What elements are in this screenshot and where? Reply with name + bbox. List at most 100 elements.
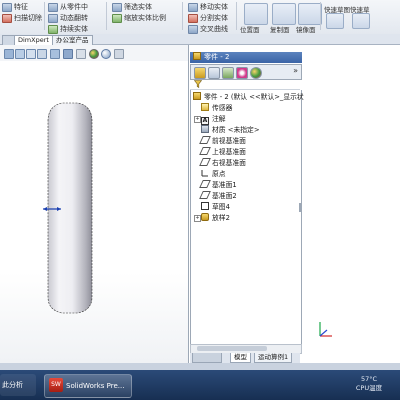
loft-body[interactable]: [47, 102, 93, 314]
tree-item-top-plane[interactable]: 上视基准面: [199, 147, 246, 157]
ribbon-item-filter-bodies[interactable]: 筛选实体: [112, 2, 152, 12]
taskbar-item-solidworks[interactable]: SW SolidWorks Pre...: [44, 374, 132, 398]
position-face-button-icon[interactable]: [244, 3, 268, 25]
ribbon-item-from-part[interactable]: 从零件中: [48, 2, 88, 12]
tree-root-part[interactable]: 零件 - 2 (默认 <<默认>_显示状: [193, 92, 304, 102]
zoom-area-icon[interactable]: [15, 49, 25, 59]
ribbon-item-sweep-cut[interactable]: 扫描切除: [2, 13, 42, 23]
dimxpert-manager-icon[interactable]: [236, 67, 248, 79]
bottom-tab-row: 模型 运动算例1: [190, 353, 300, 363]
feature-icon: [2, 2, 12, 12]
move-icon: [188, 2, 198, 12]
body-icon: [48, 24, 58, 34]
panel-splitter-handle[interactable]: [299, 203, 302, 212]
tree-item-material[interactable]: 材质 <未指定>: [201, 125, 260, 135]
sketch-icon: [201, 202, 209, 210]
ribbon-item-move-bodies[interactable]: 移动实体: [188, 2, 228, 12]
view-toolbar: [0, 45, 188, 62]
ribbon-item-features[interactable]: 特征: [2, 2, 28, 12]
plane-icon: [199, 180, 211, 188]
filter-icon[interactable]: [194, 80, 202, 88]
view-settings-icon[interactable]: [114, 49, 124, 59]
tree-item-loft-2[interactable]: 放样2: [201, 213, 230, 223]
ribbon-item-keep-bodies[interactable]: 持续实体: [48, 24, 88, 34]
plane-icon: [199, 147, 211, 155]
tree-filter[interactable]: [190, 79, 300, 90]
copy-face-button-icon[interactable]: [272, 3, 296, 25]
tab-nav-arrows[interactable]: [192, 353, 222, 363]
filter-icon: [112, 2, 122, 12]
ribbon-item-intersection-curve[interactable]: 交叉曲线: [188, 24, 228, 34]
annotation-icon: A: [201, 117, 209, 125]
part-icon: [193, 92, 201, 100]
scene-icon[interactable]: [101, 49, 111, 59]
view-triad: [319, 322, 332, 337]
dimension-arrow-left: [43, 207, 47, 211]
feature-tree: 零件 - 2 (默认 <<默认>_显示状 传感器 + A 注解 材质 <未指定> …: [190, 90, 304, 348]
command-ribbon: 特征 扫描切除 从零件中 动态翻转 持续实体 筛选实体 缩放实体比例 移动实体 …: [0, 0, 400, 35]
ribbon-separator: [320, 2, 321, 30]
temperature-value: 57°C: [360, 375, 378, 383]
hide-show-icon[interactable]: [76, 49, 86, 59]
manager-tabs: »: [190, 64, 302, 80]
tab-model[interactable]: 模型: [230, 353, 251, 363]
previous-view-icon[interactable]: [26, 49, 36, 59]
plane-icon: [199, 191, 211, 199]
configuration-manager-icon[interactable]: [222, 67, 234, 79]
display-manager-icon[interactable]: [250, 67, 262, 79]
ribbon-item-copy-face[interactable]: 复制面: [270, 24, 290, 34]
ribbon-separator: [182, 2, 183, 30]
sweep-cut-icon: [2, 13, 12, 23]
tree-item-plane-2[interactable]: 基准面2: [199, 191, 237, 201]
tab-motion-study-1[interactable]: 运动算例1: [254, 353, 293, 363]
ribbon-item-position-face[interactable]: 位置面: [240, 24, 260, 34]
plane-icon: [199, 158, 211, 166]
display-style-icon[interactable]: [63, 49, 73, 59]
section-view-icon[interactable]: [37, 49, 47, 59]
system-tray[interactable]: 57°C CPU温度: [344, 375, 394, 395]
ribbon-separator: [236, 2, 237, 30]
ribbon-item-mirror-face[interactable]: 镜像面: [296, 24, 316, 34]
panel-title: 零件 - 2: [204, 53, 230, 61]
ribbon-separator: [44, 2, 45, 30]
graphics-viewport[interactable]: [0, 45, 189, 363]
view-orientation-icon[interactable]: [50, 49, 60, 59]
quick-sketch-2-button-icon[interactable]: [352, 13, 370, 29]
mirror-face-button-icon[interactable]: [298, 3, 322, 25]
quick-sketch-button-icon[interactable]: [326, 13, 344, 29]
cpu-temp-label: CPU温度: [355, 384, 383, 392]
chevron-right-icon[interactable]: »: [293, 66, 298, 75]
part-icon: [193, 52, 201, 60]
tree-item-sketch-4[interactable]: 草图4: [201, 202, 230, 212]
tree-item-right-plane[interactable]: 右视基准面: [199, 158, 246, 168]
expand-annotations[interactable]: +: [194, 116, 201, 123]
scale-icon: [112, 13, 122, 23]
tree-item-sensors[interactable]: 传感器: [201, 103, 232, 113]
tree-item-origin[interactable]: 原点: [201, 169, 226, 179]
ribbon-item-scale-bodies[interactable]: 缩放实体比例: [112, 13, 166, 23]
command-tab-row: DimXpert 办公室产品: [0, 34, 400, 45]
property-manager-icon[interactable]: [208, 67, 220, 79]
curve-icon: [188, 24, 198, 34]
tree-item-annotations[interactable]: A 注解: [201, 114, 226, 125]
zoom-fit-icon[interactable]: [4, 49, 14, 59]
status-bar: [0, 363, 400, 370]
taskbar-item-analysis[interactable]: 此分析: [0, 374, 36, 396]
split-icon: [188, 13, 198, 23]
edit-appearance-icon[interactable]: [89, 49, 99, 59]
part-model[interactable]: [0, 61, 188, 363]
expand-loft[interactable]: +: [194, 215, 201, 222]
windows-taskbar: 此分析 SW SolidWorks Pre... 57°C CPU温度: [0, 370, 400, 400]
material-icon: [201, 125, 209, 133]
ribbon-item-dynamic-flip[interactable]: 动态翻转: [48, 13, 88, 23]
scrollbar-thumb[interactable]: [197, 346, 267, 351]
ribbon-item-split-bodies[interactable]: 分割实体: [188, 13, 228, 23]
sensor-icon: [201, 103, 209, 111]
tree-item-plane-1[interactable]: 基准面1: [199, 180, 237, 190]
tree-item-front-plane[interactable]: 前视基准面: [199, 136, 246, 146]
feature-manager-icon[interactable]: [194, 67, 206, 79]
flip-icon: [48, 13, 58, 23]
tab-office-products[interactable]: 办公室产品: [52, 35, 93, 45]
tab-dimxpert[interactable]: DimXpert: [14, 35, 53, 45]
panel-title-bar: 零件 - 2: [190, 52, 302, 63]
